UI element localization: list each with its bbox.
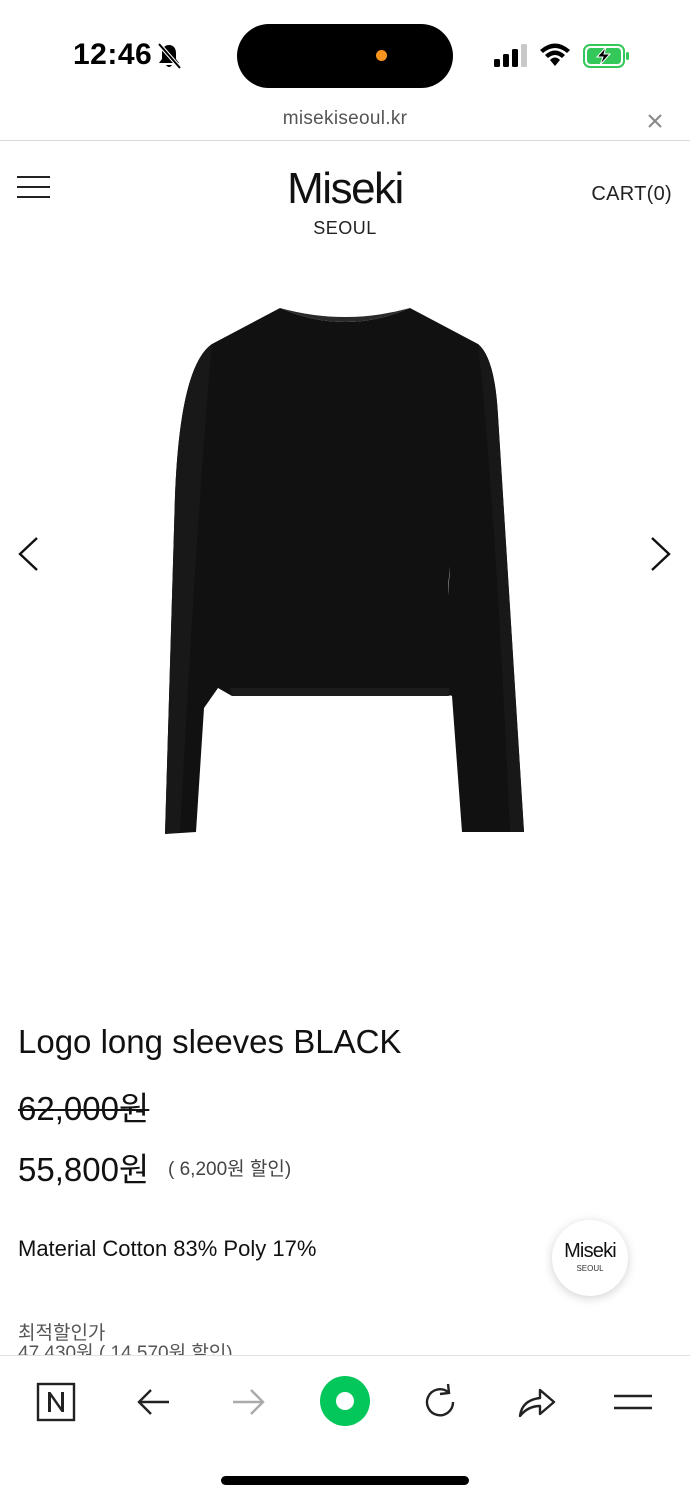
original-price: 62,000원 xyxy=(18,1090,150,1127)
green-circle-icon[interactable] xyxy=(318,1374,372,1428)
home-indicator[interactable] xyxy=(221,1476,469,1485)
site-logo[interactable]: Miseki xyxy=(0,164,690,214)
prev-image-arrow-icon[interactable] xyxy=(15,534,41,574)
battery-charging-icon xyxy=(583,44,629,68)
status-bar: 12:46 xyxy=(0,0,690,108)
url-text[interactable]: misekiseoul.kr xyxy=(0,108,690,130)
floating-logo-word: Miseki xyxy=(564,1240,617,1262)
menu-icon[interactable] xyxy=(611,1380,655,1424)
dynamic-island xyxy=(237,24,453,88)
long-sleeve-shirt-image xyxy=(165,308,524,834)
next-image-arrow-icon[interactable] xyxy=(648,534,674,574)
floating-logo-button[interactable]: Miseki SEOUL xyxy=(552,1220,628,1296)
back-arrow-icon[interactable] xyxy=(131,1380,175,1424)
cart-link[interactable]: CART(0) xyxy=(591,183,672,206)
close-icon[interactable] xyxy=(644,110,666,132)
floating-logo-sub: SEOUL xyxy=(576,1264,604,1273)
url-bar[interactable]: misekiseoul.kr xyxy=(0,100,690,141)
site-logo-sub: SEOUL xyxy=(313,218,377,238)
status-time: 12:46 xyxy=(73,38,153,71)
discount-note: ( 6,200원 할인) xyxy=(168,1159,292,1180)
reload-icon[interactable] xyxy=(418,1380,462,1424)
bell-slash-icon xyxy=(157,42,182,70)
material-info: Material Cotton 83% Poly 17% xyxy=(18,1236,317,1261)
privacy-indicator-dot xyxy=(376,50,387,61)
forward-arrow-icon[interactable] xyxy=(227,1380,271,1424)
best-price-value: 47,430원 ( 14,570원 할인) xyxy=(18,1343,233,1355)
best-price-label: 최적할인가 xyxy=(18,1323,106,1344)
naver-n-icon[interactable] xyxy=(34,1380,78,1424)
product-title: Logo long sleeves BLACK xyxy=(18,1023,402,1060)
sale-price: 55,800원 xyxy=(18,1151,150,1188)
share-icon[interactable] xyxy=(514,1380,558,1424)
signal-icon xyxy=(494,44,527,67)
wifi-icon xyxy=(540,43,570,66)
